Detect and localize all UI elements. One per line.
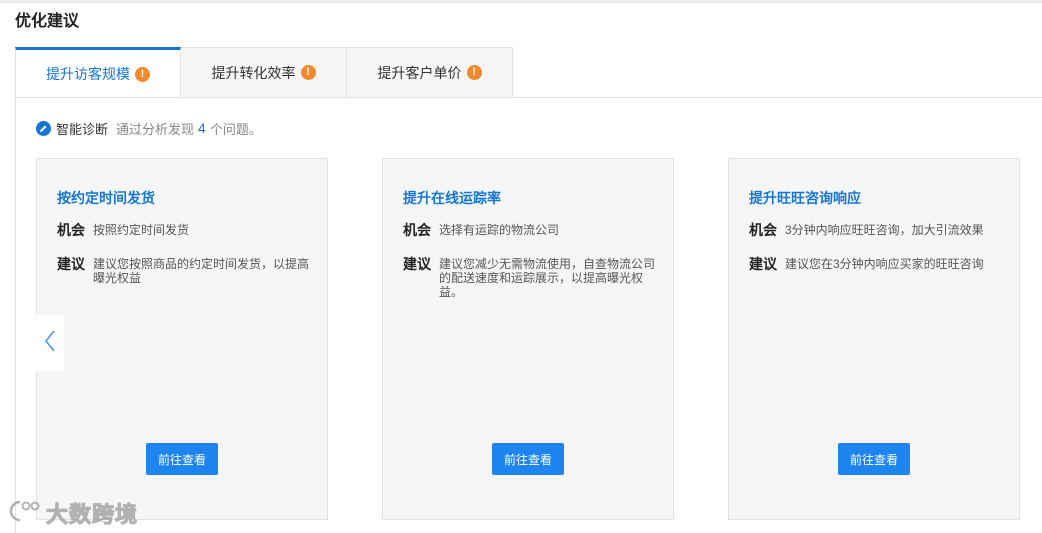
tab-conversion-efficiency[interactable]: 提升转化效率 ! <box>181 47 347 98</box>
warning-icon: ! <box>300 65 316 80</box>
diagnosis-suffix: 个问题。 <box>209 121 262 137</box>
tab-label: 提升转化效率 <box>211 64 296 81</box>
opportunity-row: 机会 3分钟内响应旺旺咨询，加大引流效果 <box>749 221 1001 239</box>
suggestion-text: 建议您减少无需物流使用，自查物流公司的配送速度和运踪展示，以提高曝光权益。 <box>439 257 656 299</box>
suggestion-label: 建议 <box>749 256 777 272</box>
watermark-text: 大数跨境 <box>45 502 139 528</box>
warning-icon: ! <box>135 66 150 82</box>
card-title: 提升在线运踪率 <box>403 190 501 206</box>
suggestion-card: 提升在线运踪率 机会 选择有运踪的物流公司 建议 建议您减少无需物流使用，自查物… <box>382 158 674 520</box>
opportunity-text: 3分钟内响应旺旺咨询，加大引流效果 <box>785 223 984 237</box>
suggestion-label: 建议 <box>403 256 431 272</box>
diagnosis-prefix: 通过分析发现 <box>116 121 195 137</box>
go-view-button[interactable]: 前往查看 <box>146 443 218 475</box>
card-title: 提升旺旺咨询响应 <box>749 190 861 206</box>
go-view-button[interactable]: 前往查看 <box>492 443 564 475</box>
watermark: 大数跨境 <box>8 497 138 529</box>
pencil-icon <box>36 120 51 136</box>
carousel-prev-button[interactable] <box>36 315 64 371</box>
tab-label: 提升客户单价 <box>377 64 462 81</box>
section-title: 优化建议 <box>15 13 80 30</box>
tab-label: 提升访客规模 <box>46 66 130 82</box>
tab-bar: 提升访客规模 ! 提升转化效率 ! 提升客户单价 ! <box>15 47 513 98</box>
opportunity-text: 选择有运踪的物流公司 <box>439 223 560 237</box>
opportunity-label: 机会 <box>749 222 777 238</box>
card-title: 按约定时间发货 <box>57 190 155 206</box>
top-divider <box>0 0 1042 3</box>
opportunity-row: 机会 按照约定时间发货 <box>57 221 309 239</box>
suggestion-card: 提升旺旺咨询响应 机会 3分钟内响应旺旺咨询，加大引流效果 建议 建议您在3分钟… <box>728 158 1020 520</box>
opportunity-label: 机会 <box>403 222 431 238</box>
diagnosis-label: 智能诊断 <box>56 121 109 137</box>
chevron-left-icon <box>44 330 56 357</box>
smart-diagnosis: 智能诊断 通过分析发现 4 个问题。 <box>36 119 262 137</box>
opportunity-text: 按照约定时间发货 <box>93 223 190 237</box>
suggestion-row: 建议 建议您在3分钟内响应买家的旺旺咨询 <box>749 255 1001 273</box>
opportunity-label: 机会 <box>57 222 85 238</box>
go-view-button[interactable]: 前往查看 <box>838 443 910 475</box>
suggestion-text: 建议您按照商品的约定时间发货，以提高曝光权益 <box>93 257 310 285</box>
tab-visitor-scale[interactable]: 提升访客规模 ! <box>15 47 181 98</box>
tab-customer-unit-price[interactable]: 提升客户单价 ! <box>347 47 513 98</box>
watermark-logo-icon <box>8 498 42 529</box>
suggestion-label: 建议 <box>57 256 85 272</box>
suggestion-text: 建议您在3分钟内响应买家的旺旺咨询 <box>785 257 984 271</box>
warning-icon: ! <box>466 65 482 80</box>
diagnosis-count: 4 <box>198 120 206 136</box>
suggestion-row: 建议 建议您减少无需物流使用，自查物流公司的配送速度和运踪展示，以提高曝光权益。 <box>403 255 655 299</box>
suggestion-card: 按约定时间发货 机会 按照约定时间发货 建议 建议您按照商品的约定时间发货，以提… <box>36 158 328 520</box>
opportunity-row: 机会 选择有运踪的物流公司 <box>403 221 655 239</box>
suggestion-row: 建议 建议您按照商品的约定时间发货，以提高曝光权益 <box>57 255 309 285</box>
